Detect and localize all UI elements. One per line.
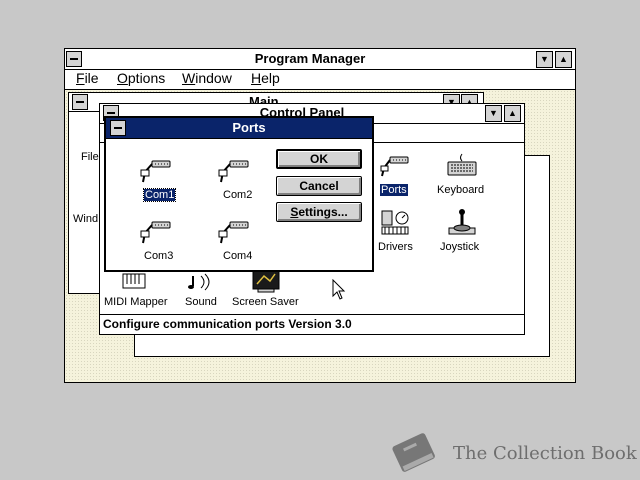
main-system-menu-button[interactable] [72,94,88,110]
menu-options[interactable]: Options [117,70,165,86]
port-com2-label: Com2 [223,189,253,201]
port-com3-label: Com3 [144,250,174,262]
cp-joystick-item[interactable] [442,208,482,241]
ok-button[interactable]: OK [276,149,362,169]
joystick-icon [448,209,476,235]
system-menu-button[interactable] [66,51,82,67]
watermark-text: The Collection Book [453,443,637,464]
main-item-windows-setup-label: Wind [73,213,99,225]
cp-status-text: Configure communication ports Version 3.… [103,317,352,331]
cp-joystick-label: Joystick [440,241,480,253]
sound-icon [188,273,210,291]
mouse-pointer-icon [332,279,346,300]
menu-help[interactable]: Help [251,70,280,86]
keyboard-icon [447,153,477,176]
menu-window[interactable]: Window [182,70,232,86]
cancel-button[interactable]: Cancel [276,176,362,196]
maximize-button[interactable]: ▲ [555,51,572,68]
port-com1-label: Com1 [142,188,177,202]
cp-sound-item[interactable] [180,270,220,297]
ports-dialog: Ports Com1 Com2 Com3 Com4 OK Cancel Sett… [104,116,374,272]
menu-file[interactable]: File [76,70,99,86]
cp-keyboard-label: Keyboard [437,184,485,196]
serial-port-icon [140,160,171,183]
book-logo-icon [392,433,435,472]
port-com4-label: Com4 [223,250,253,262]
cp-keyboard-item[interactable] [442,152,482,183]
cp-status-bar: Configure communication ports Version 3.… [100,314,524,334]
program-manager-titlebar[interactable]: Program Manager ▼ ▲ [65,49,575,70]
cp-maximize-button[interactable]: ▲ [504,105,521,122]
cp-ports-label: Ports [380,184,408,196]
cp-midi-mapper-label: MIDI Mapper [104,296,168,308]
settings-button[interactable]: Settings... [276,202,362,222]
ports-dialog-titlebar[interactable]: Ports [106,118,372,139]
cp-drivers-item[interactable] [376,208,416,239]
serial-port-icon [218,160,249,183]
window-title: Program Manager [254,51,366,66]
cp-screen-saver-label: Screen Saver [232,296,299,308]
ports-dialog-title: Ports [232,120,266,135]
main-item-file-manager-label: File [81,151,99,163]
cp-minimize-button[interactable]: ▼ [485,105,502,122]
cp-drivers-label: Drivers [378,241,413,253]
cp-midi-mapper-item[interactable] [114,270,154,297]
minimize-button[interactable]: ▼ [536,51,553,68]
drivers-icon [381,210,409,235]
ports-system-menu-button[interactable] [110,120,126,136]
menu-bar: File Options Window Help [65,70,575,90]
cp-screen-saver-item[interactable] [246,268,286,297]
port-com2-item[interactable] [218,158,254,189]
midi-mapper-icon [122,273,146,289]
serial-port-icon [140,221,171,244]
ports-icon [380,156,409,177]
port-com1-item[interactable] [140,158,176,189]
cp-ports-item[interactable] [376,154,416,183]
port-com3-item[interactable] [140,219,176,250]
serial-port-icon [218,221,249,244]
port-com4-item[interactable] [218,219,254,250]
cp-sound-label: Sound [185,296,217,308]
